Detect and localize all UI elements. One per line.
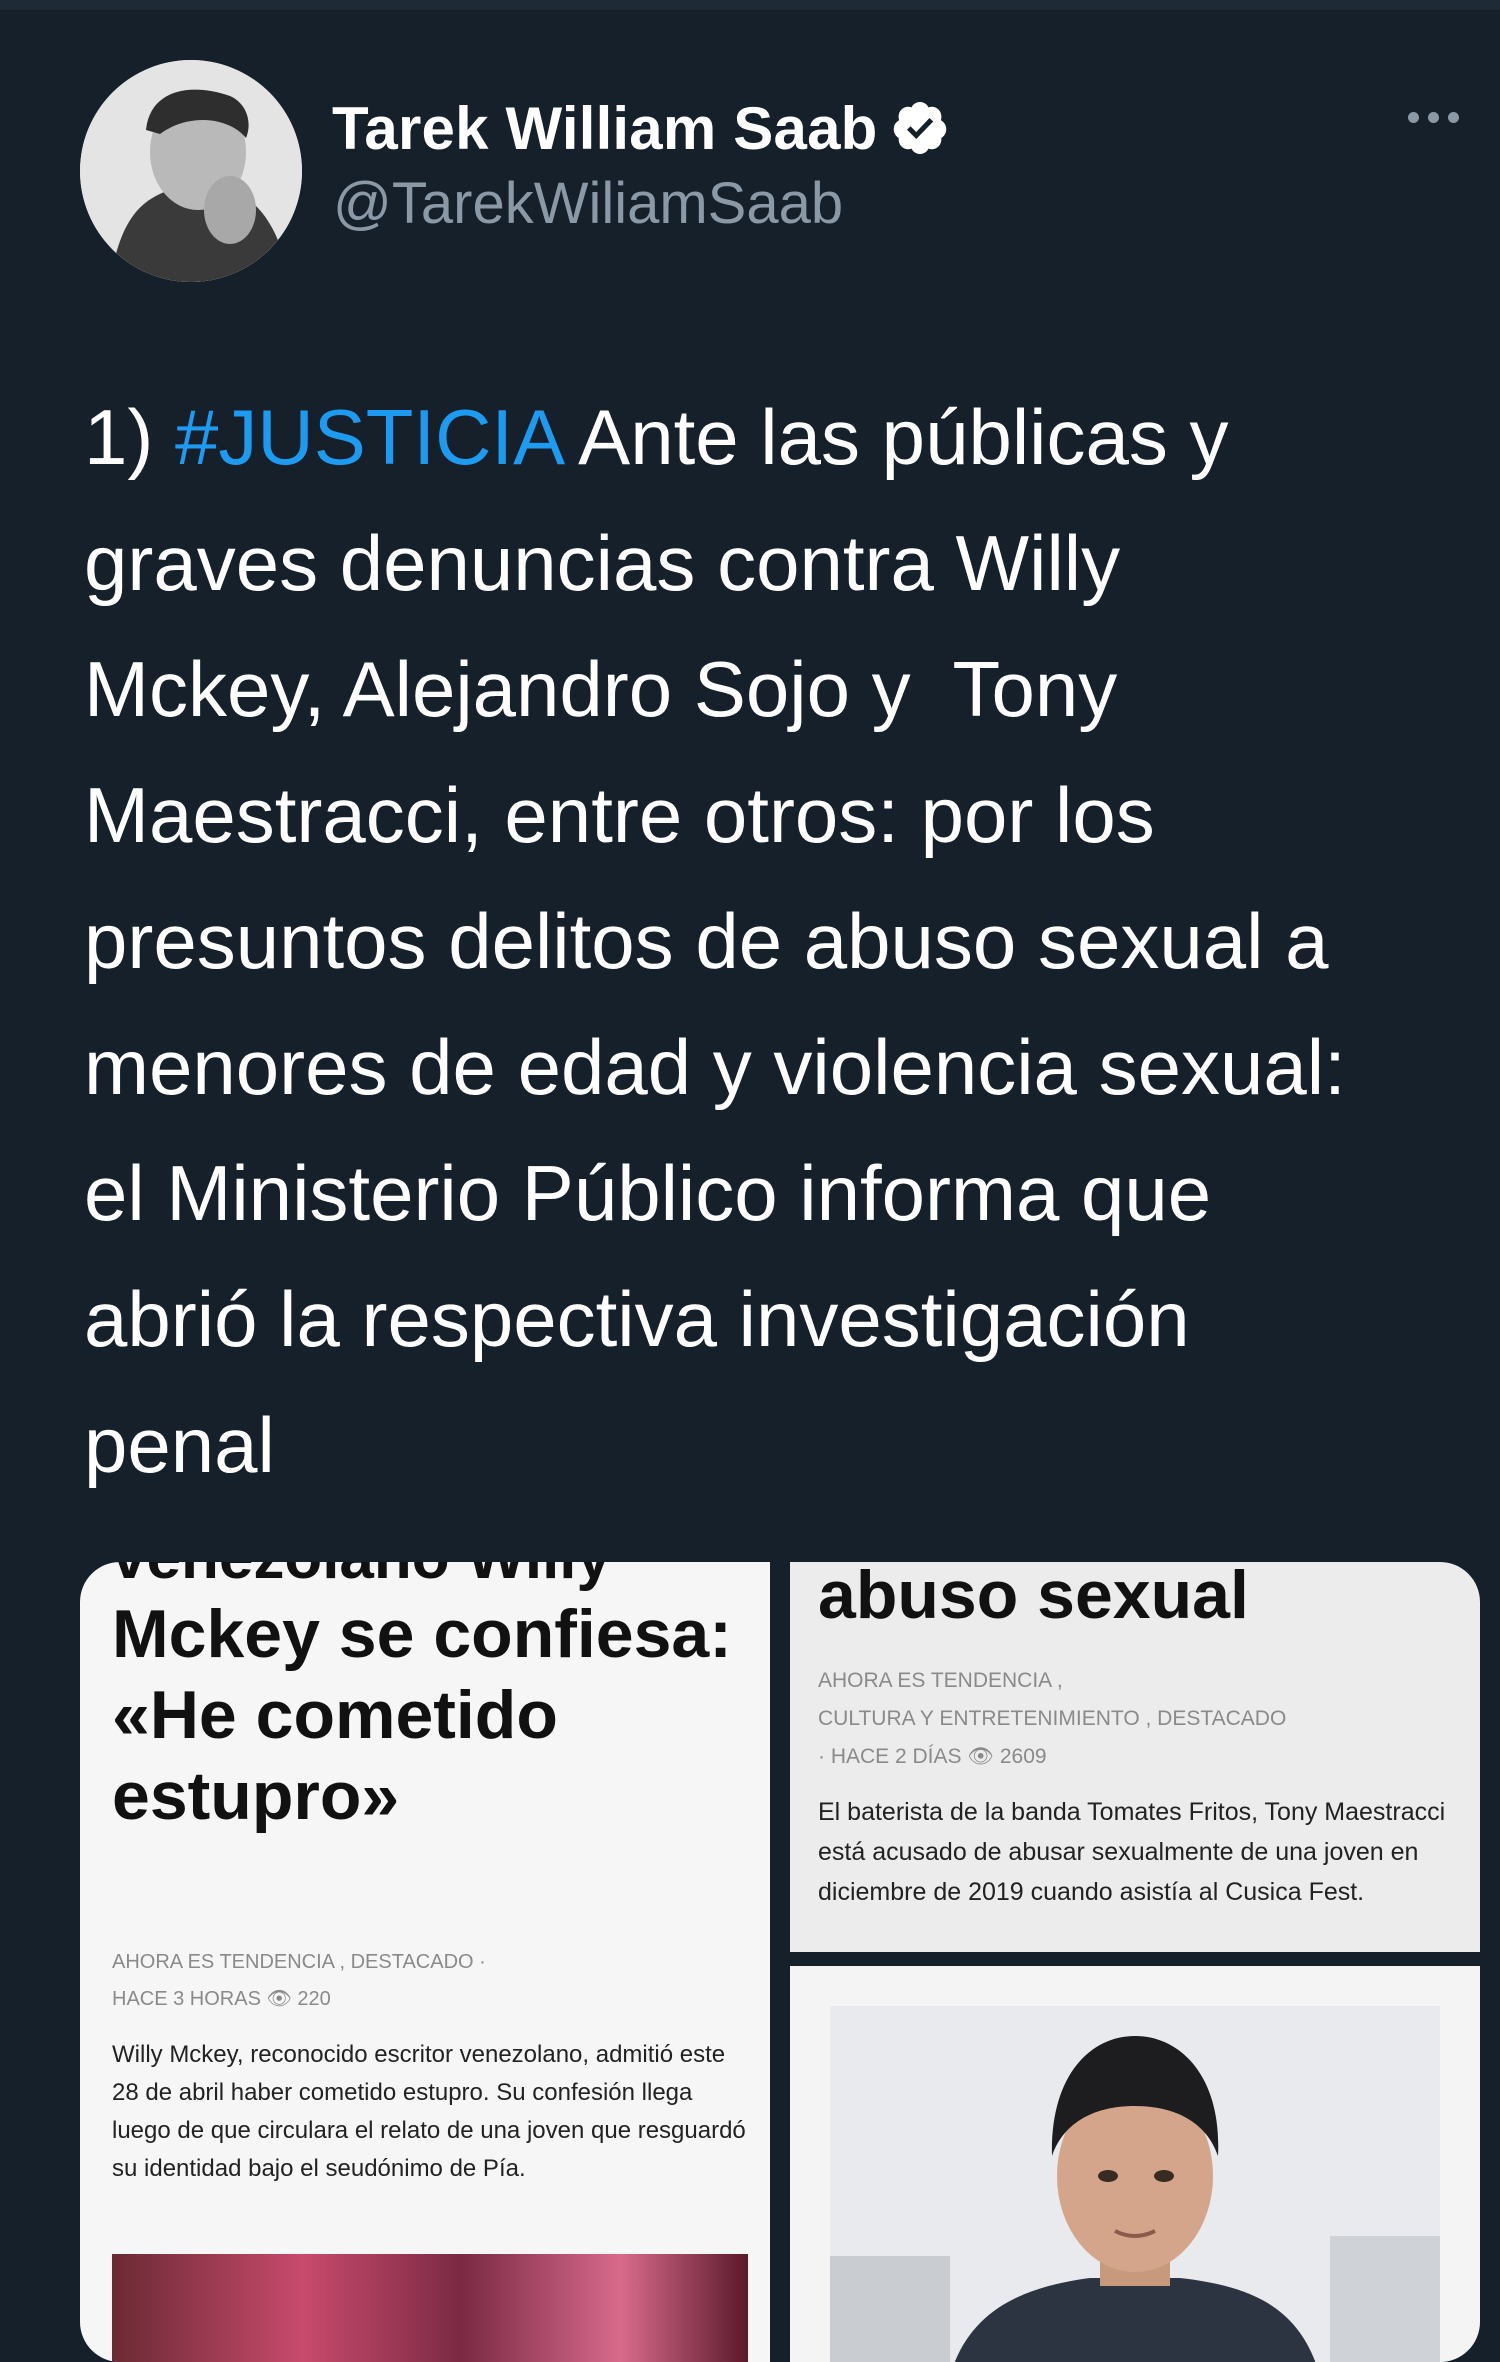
article-summary: Willy Mckey, reconocido escritor venezol… <box>112 2041 746 2182</box>
tweet-text-prefix: 1) <box>84 393 176 481</box>
article-meta-line: AHORA ES TENDENCIA , DESTACADO · <box>112 1951 486 1973</box>
tweet-text: 1) #JUSTICIA Ante las públicas y graves … <box>84 374 1464 1508</box>
media-image-top-right[interactable]: abuso sexual AHORA ES TENDENCIA , CULTUR… <box>790 1562 1480 1952</box>
more-options-icon[interactable] <box>1408 112 1459 123</box>
top-divider <box>0 0 1500 10</box>
article-meta-line: CULTURA Y ENTRETENIMIENTO , DESTACADO <box>818 1707 1287 1730</box>
article-meta-line: · HACE 2 DÍAS 👁 2609 <box>818 1745 1047 1768</box>
hashtag-link[interactable]: #JUSTICIA <box>175 393 561 481</box>
tweet-media-grid: venezolano Willy Mckey se confiesa: «He … <box>80 1562 1480 2362</box>
avatar[interactable] <box>80 60 302 282</box>
article-meta: AHORA ES TENDENCIA , CULTURA Y ENTRETENI… <box>818 1662 1458 1776</box>
media-image-left[interactable]: venezolano Willy Mckey se confiesa: «He … <box>80 1562 770 2362</box>
author-handle[interactable]: @TarekWiliamSaab <box>333 170 843 237</box>
clipped-headline: venezolano Willy <box>112 1562 611 1593</box>
author-display-name[interactable]: Tarek William Saab <box>332 94 878 163</box>
media-image-bottom-right[interactable] <box>790 1966 1480 2362</box>
person-photo <box>830 2006 1440 2362</box>
verified-badge-icon <box>893 102 946 154</box>
article-meta: AHORA ES TENDENCIA , DESTACADO · HACE 3 … <box>112 1944 732 2018</box>
article-meta-line: HACE 3 HORAS 👁 220 <box>112 1988 331 2010</box>
article-headline: Mckey se confiesa: «He cometido estupro» <box>112 1596 732 1834</box>
article-summary: El baterista de la banda Tomates Fritos,… <box>818 1798 1446 1906</box>
article-headline: abuso sexual <box>818 1562 1249 1633</box>
article-photo <box>112 2254 748 2362</box>
article-meta-line: AHORA ES TENDENCIA , <box>818 1669 1063 1692</box>
tweet-text-body: Ante las públicas y graves denuncias con… <box>84 393 1346 1489</box>
